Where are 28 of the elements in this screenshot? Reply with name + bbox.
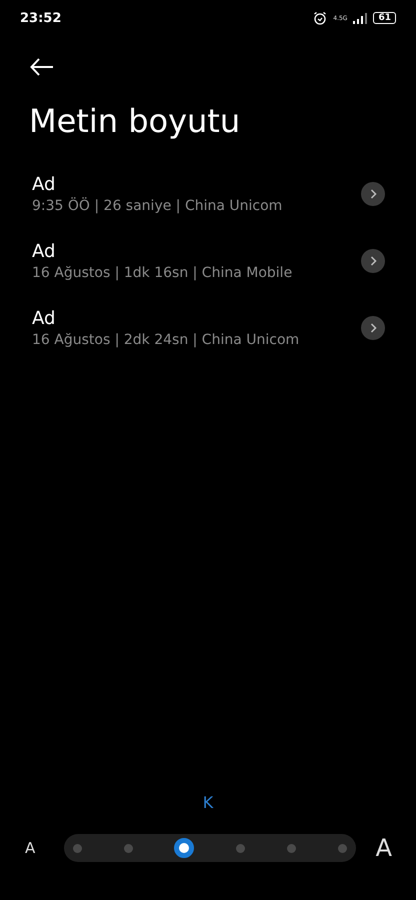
slider-step[interactable] <box>338 844 347 852</box>
status-time: 23:52 <box>20 10 62 26</box>
back-arrow-icon <box>30 58 54 76</box>
chevron-right-icon <box>370 189 376 199</box>
slider-step[interactable] <box>286 844 296 852</box>
contact-name: Ad <box>32 241 56 262</box>
contact-name: Ad <box>32 308 56 329</box>
small-size-label: A <box>25 839 36 857</box>
call-details: 16 Ağustos | 1dk 16sn | China Mobile <box>32 265 294 281</box>
contact-name: Ad <box>32 174 56 195</box>
call-details: 16 Ağustos | 2dk 24sn | China Unicom <box>32 332 300 348</box>
large-size-label: A <box>376 834 392 862</box>
slider-step[interactable] <box>73 844 82 852</box>
slider-step[interactable] <box>236 844 246 852</box>
signal-icon <box>353 12 368 24</box>
battery-level: 61 <box>373 12 396 24</box>
page-title: Metin boyutu <box>29 102 242 140</box>
slider-thumb[interactable] <box>174 838 194 858</box>
slider-step[interactable] <box>124 844 133 852</box>
details-button[interactable] <box>361 182 385 206</box>
call-details: 9:35 ÖÖ | 26 saniye | China Unicom <box>32 198 284 214</box>
alarm-clock-icon <box>313 11 328 25</box>
details-button[interactable] <box>361 249 385 273</box>
size-slider[interactable] <box>64 834 356 862</box>
chevron-right-icon <box>370 256 376 266</box>
size-label: K <box>202 793 214 812</box>
details-button[interactable] <box>361 316 385 340</box>
chevron-right-icon <box>370 323 376 333</box>
